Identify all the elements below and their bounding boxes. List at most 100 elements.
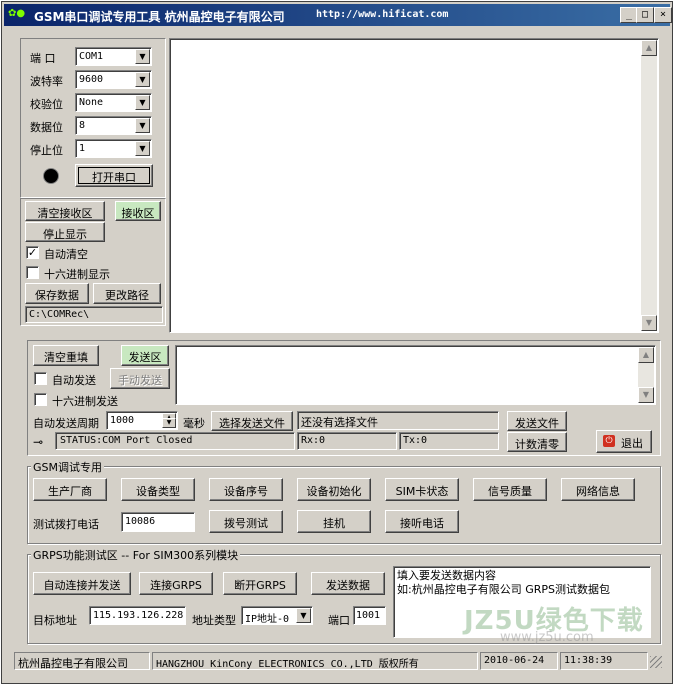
chevron-down-icon[interactable]: ▼: [135, 141, 150, 156]
chevron-down-icon[interactable]: ▼: [296, 608, 311, 623]
auto-clear-checkbox[interactable]: ✓: [26, 246, 39, 259]
gprs-data-line2: 如:杭州晶控电子有限公司 GRPS测试数据包: [397, 583, 610, 596]
gprs-data-line1: 填入要发送数据内容: [397, 569, 496, 582]
gprs-port-input[interactable]: 1001: [353, 606, 386, 625]
receive-textarea[interactable]: ▲ ▼: [169, 38, 659, 333]
parity-select[interactable]: None ▼: [75, 93, 152, 112]
dial-value: 10086: [125, 516, 156, 527]
device-serial-button[interactable]: 设备序号: [209, 478, 283, 501]
gprs-port-value: 1001: [356, 610, 381, 621]
hangup-button[interactable]: 挂机: [297, 510, 371, 533]
status-company: 杭州晶控电子有限公司: [14, 652, 150, 670]
reset-count-button[interactable]: 计数清零: [507, 432, 567, 452]
manufacturer-button[interactable]: 生产厂商: [33, 478, 107, 501]
hex-send-label: 十六进制发送: [52, 395, 118, 408]
databits-label: 数据位: [30, 121, 63, 134]
gsm-group-title: GSM调试专用: [31, 459, 104, 475]
hex-send-checkbox[interactable]: [34, 393, 47, 406]
title-bar: ✿● GSM串口调试专用工具 杭州晶控电子有限公司 http://www.hif…: [4, 4, 672, 26]
port-status-indicator-icon: [43, 168, 59, 184]
dial-label: 测试拨打电话: [33, 518, 99, 531]
hex-display-checkbox[interactable]: [26, 266, 39, 279]
device-init-button[interactable]: 设备初始化: [297, 478, 371, 501]
period-unit: 毫秒: [183, 417, 205, 430]
change-path-button[interactable]: 更改路径: [93, 283, 161, 304]
databits-select-value: 8: [79, 120, 86, 131]
chevron-down-icon[interactable]: ▼: [135, 49, 150, 64]
open-port-button[interactable]: 打开串口: [75, 164, 153, 187]
address-type-label: 地址类型: [192, 614, 236, 627]
path-display: C:\COMRec\: [25, 306, 163, 323]
stop-display-button[interactable]: 停止显示: [25, 222, 105, 242]
network-info-button[interactable]: 网络信息: [561, 478, 635, 501]
stopbits-select[interactable]: 1 ▼: [75, 139, 152, 158]
status-text: STATUS:COM Port Closed: [60, 435, 193, 446]
status-field: STATUS:COM Port Closed: [55, 432, 295, 450]
chevron-down-icon[interactable]: ▼: [135, 118, 150, 133]
window-title: GSM串口调试专用工具 杭州晶控电子有限公司: [34, 10, 285, 24]
baud-select[interactable]: 9600 ▼: [75, 70, 152, 89]
dial-input[interactable]: 10086: [121, 512, 195, 532]
chevron-down-icon[interactable]: ▼: [135, 72, 150, 87]
rx-field: Rx:0: [297, 432, 397, 450]
target-address-label: 目标地址: [33, 614, 77, 627]
disconnect-gprs-button[interactable]: 断开GRPS: [223, 572, 297, 595]
main-window: ✿● GSM串口调试专用工具 杭州晶控电子有限公司 http://www.hif…: [1, 1, 673, 684]
maximize-button[interactable]: □: [636, 7, 654, 23]
hex-display-label: 十六进制显示: [44, 268, 110, 281]
scroll-up-icon[interactable]: ▲: [641, 40, 657, 56]
spin-down-icon[interactable]: ▼: [162, 418, 176, 428]
status-time: 11:38:39: [560, 652, 648, 670]
send-data-button[interactable]: 发送数据: [311, 572, 385, 595]
receive-area-button[interactable]: 接收区: [115, 201, 161, 221]
scroll-up-icon[interactable]: ▲: [638, 347, 654, 363]
period-spinner[interactable]: 1000 ▲ ▼: [106, 411, 178, 430]
gprs-port-label: 端口: [328, 614, 350, 627]
send-textarea[interactable]: ▲ ▼: [175, 345, 656, 405]
clear-receive-button[interactable]: 清空接收区: [25, 201, 105, 221]
signal-quality-button[interactable]: 信号质量: [473, 478, 547, 501]
target-address-value: 115.193.126.228: [93, 610, 184, 621]
rx-text: Rx:0: [301, 435, 326, 446]
auto-clear-label: 自动清空: [44, 248, 88, 261]
status-date: 2010-06-24: [480, 652, 558, 670]
watermark-url: www.jz5u.com: [500, 630, 594, 645]
receive-scrollbar[interactable]: ▲ ▼: [641, 40, 657, 331]
device-type-button[interactable]: 设备类型: [121, 478, 195, 501]
connect-gprs-button[interactable]: 连接GRPS: [139, 572, 213, 595]
resize-grip-icon[interactable]: [650, 656, 662, 668]
send-file-button[interactable]: 发送文件: [507, 411, 567, 431]
sim-status-button[interactable]: SIM卡状态: [385, 478, 459, 501]
dial-test-button[interactable]: 拨号测试: [209, 510, 283, 533]
chevron-down-icon[interactable]: ▼: [135, 95, 150, 110]
scroll-down-icon[interactable]: ▼: [641, 315, 657, 331]
auto-connect-send-button[interactable]: 自动连接并发送: [33, 572, 131, 595]
save-data-button[interactable]: 保存数据: [25, 283, 89, 304]
port-select-value: COM1: [79, 51, 104, 62]
choose-file-button[interactable]: 选择发送文件: [211, 411, 293, 431]
target-address-input[interactable]: 115.193.126.228: [89, 606, 186, 625]
app-icon: ✿●: [8, 8, 26, 19]
answer-call-button[interactable]: 接听电话: [385, 510, 459, 533]
exit-button[interactable]: ⏻ 退出: [596, 430, 652, 453]
close-window-button[interactable]: ×: [654, 7, 672, 23]
address-type-select[interactable]: IP地址-0 ▼: [241, 606, 313, 625]
period-value: 1000: [110, 415, 135, 426]
parity-label: 校验位: [30, 98, 63, 111]
clear-send-button[interactable]: 清空重填: [33, 345, 99, 366]
file-status-field: 还没有选择文件: [297, 411, 499, 430]
window-title-url: http://www.hificat.com: [316, 9, 449, 20]
tx-field: Tx:0: [399, 432, 499, 450]
status-copyright: HANGZHOU KinCony ELECTRONICS CO.,LTD 版权所…: [152, 652, 478, 670]
path-value: C:\COMRec\: [29, 309, 90, 320]
parity-select-value: None: [79, 97, 104, 108]
send-area-button[interactable]: 发送区: [121, 345, 169, 366]
scroll-down-icon[interactable]: ▼: [638, 387, 654, 403]
period-label: 自动发送周期: [33, 417, 99, 430]
port-select[interactable]: COM1 ▼: [75, 47, 152, 66]
baud-label: 波特率: [30, 75, 63, 88]
databits-select[interactable]: 8 ▼: [75, 116, 152, 135]
send-scrollbar[interactable]: ▲ ▼: [638, 347, 654, 403]
manual-send-button[interactable]: 手动发送: [110, 368, 170, 389]
auto-send-checkbox[interactable]: [34, 372, 47, 385]
